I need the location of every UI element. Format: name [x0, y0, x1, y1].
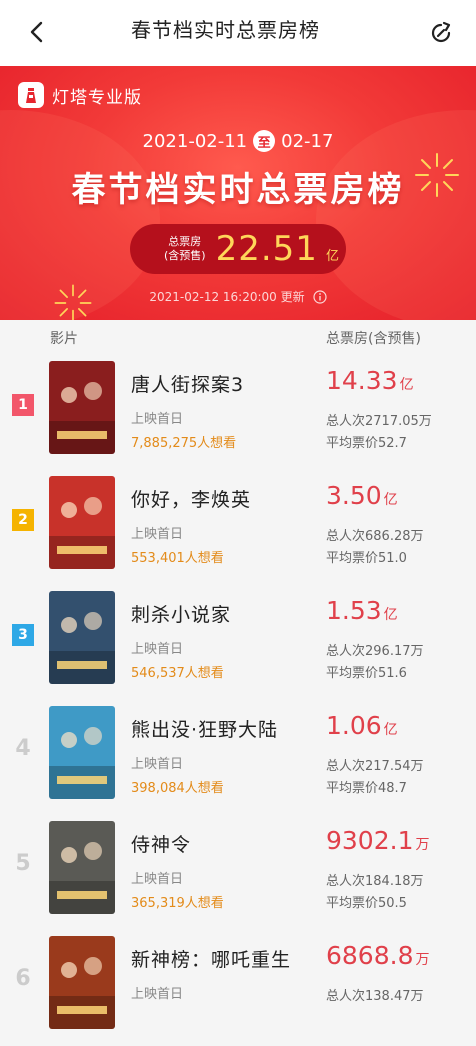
movie-gross: 3.50 亿 [326, 481, 398, 510]
back-button[interactable] [22, 18, 50, 46]
movie-poster[interactable] [49, 476, 115, 569]
movie-poster[interactable] [49, 936, 115, 1029]
movie-list: 1 唐人街探案3 上映首日 7,885,275人想看 14.33 亿 总人次271… [0, 356, 476, 1046]
movie-row[interactable]: 2 你好，李焕英 上映首日 553,401人想看 3.50 亿 总人次686.28… [0, 471, 476, 586]
info-icon[interactable] [313, 289, 327, 304]
total-viewers: 总人次217.54万 [326, 759, 424, 774]
date-start: 2021-02-11 [142, 130, 248, 152]
total-label-line2: (含预售) [164, 249, 206, 262]
want-count: 365,319人想看 [131, 896, 224, 911]
movie-row[interactable]: 6 新神榜：哪吒重生 上映首日 6868.8 万 总人次138.47万 [0, 931, 476, 1046]
gross-value: 3.50 [326, 481, 382, 510]
total-label-line1: 总票房 [168, 235, 202, 248]
top-navigation-bar: 春节档实时总票房榜 [0, 0, 476, 66]
release-status: 上映首日 [131, 987, 184, 1002]
lighthouse-icon [18, 82, 44, 108]
movie-title[interactable]: 侍神令 [131, 830, 191, 857]
average-price: 平均票价52.7 [326, 436, 407, 451]
movie-row[interactable]: 1 唐人街探案3 上映首日 7,885,275人想看 14.33 亿 总人次271… [0, 356, 476, 471]
chevron-left-icon [30, 21, 43, 43]
refresh-button[interactable] [426, 18, 456, 48]
movie-poster[interactable] [49, 706, 115, 799]
movie-poster[interactable] [49, 591, 115, 684]
want-count: 7,885,275人想看 [131, 436, 237, 451]
want-count: 546,537人想看 [131, 666, 224, 681]
release-status: 上映首日 [131, 872, 184, 887]
rank-badge: 1 [12, 394, 34, 416]
movie-title[interactable]: 唐人街探案3 [131, 370, 244, 397]
column-header: 影片 总票房(含预售) [0, 320, 476, 356]
gross-unit: 亿 [383, 722, 398, 738]
total-value: 22.51 [215, 229, 318, 269]
movie-gross: 9302.1 万 [326, 826, 429, 855]
movie-poster[interactable] [49, 361, 115, 454]
gross-unit: 万 [415, 837, 430, 853]
want-count: 398,084人想看 [131, 781, 224, 796]
rank-badge: 2 [12, 509, 34, 531]
release-status: 上映首日 [131, 527, 184, 542]
brand-logo: 灯塔专业版 [18, 82, 142, 108]
banner-headline: 春节档实时总票房榜 [71, 170, 405, 210]
average-price: 平均票价50.5 [326, 896, 407, 911]
total-viewers: 总人次686.28万 [326, 529, 424, 544]
rank-badge: 3 [12, 624, 34, 646]
date-range: 2021-02-11 至 02-17 [0, 130, 476, 152]
rank-badge: 4 [15, 735, 31, 761]
movie-gross: 1.53 亿 [326, 596, 398, 625]
movie-poster[interactable] [49, 821, 115, 914]
total-viewers: 总人次138.47万 [326, 989, 424, 1004]
gross-unit: 亿 [383, 492, 398, 508]
movie-row[interactable]: 4 熊出没·狂野大陆 上映首日 398,084人想看 1.06 亿 总人次217.… [0, 701, 476, 816]
gross-unit: 亿 [399, 377, 414, 393]
movie-title[interactable]: 熊出没·狂野大陆 [131, 715, 278, 742]
brand-name: 灯塔专业版 [52, 87, 142, 108]
release-status: 上映首日 [131, 412, 184, 427]
movie-title[interactable]: 你好，李焕英 [131, 485, 251, 512]
refresh-icon [431, 21, 451, 43]
total-label: 总票房 (含预售) [164, 235, 206, 263]
gross-value: 9302.1 [326, 826, 414, 855]
total-viewers: 总人次2717.05万 [326, 414, 432, 429]
rank-badge: 6 [15, 965, 31, 991]
movie-title[interactable]: 刺杀小说家 [131, 600, 231, 627]
gross-value: 6868.8 [326, 941, 414, 970]
gross-unit: 亿 [383, 607, 398, 623]
date-end: 02-17 [281, 130, 334, 152]
total-viewers: 总人次184.18万 [326, 874, 424, 889]
gross-unit: 万 [415, 952, 430, 968]
gross-value: 1.53 [326, 596, 382, 625]
total-unit: 亿 [325, 248, 339, 264]
movie-gross: 1.06 亿 [326, 711, 398, 740]
column-film: 影片 [50, 331, 78, 347]
rank-badge: 5 [15, 850, 31, 876]
movie-row[interactable]: 5 侍神令 上映首日 365,319人想看 9302.1 万 总人次184.18万… [0, 816, 476, 931]
movie-title[interactable]: 新神榜：哪吒重生 [131, 945, 291, 972]
movie-gross: 6868.8 万 [326, 941, 429, 970]
page-title: 春节档实时总票房榜 [131, 18, 320, 42]
column-gross: 总票房(含预售) [326, 331, 421, 347]
update-time: 2021-02-12 16:20:00 更新 [0, 288, 476, 305]
gross-value: 14.33 [326, 366, 398, 395]
average-price: 平均票价48.7 [326, 781, 407, 796]
update-time-text: 2021-02-12 16:20:00 更新 [149, 290, 305, 304]
average-price: 平均票价51.6 [326, 666, 407, 681]
date-separator: 至 [253, 130, 276, 152]
total-viewers: 总人次296.17万 [326, 644, 424, 659]
release-status: 上映首日 [131, 642, 184, 657]
gross-value: 1.06 [326, 711, 382, 740]
movie-row[interactable]: 3 刺杀小说家 上映首日 546,537人想看 1.53 亿 总人次296.17万… [0, 586, 476, 701]
want-count: 553,401人想看 [131, 551, 224, 566]
average-price: 平均票价51.0 [326, 551, 407, 566]
total-box-office-pill: 总票房 (含预售) 22.51 亿 [130, 224, 346, 274]
movie-gross: 14.33 亿 [326, 366, 414, 395]
hero-banner: 灯塔专业版 2021-02-11 至 02-17 春节档实时总票房榜 总票房 (… [0, 66, 476, 320]
release-status: 上映首日 [131, 757, 184, 772]
